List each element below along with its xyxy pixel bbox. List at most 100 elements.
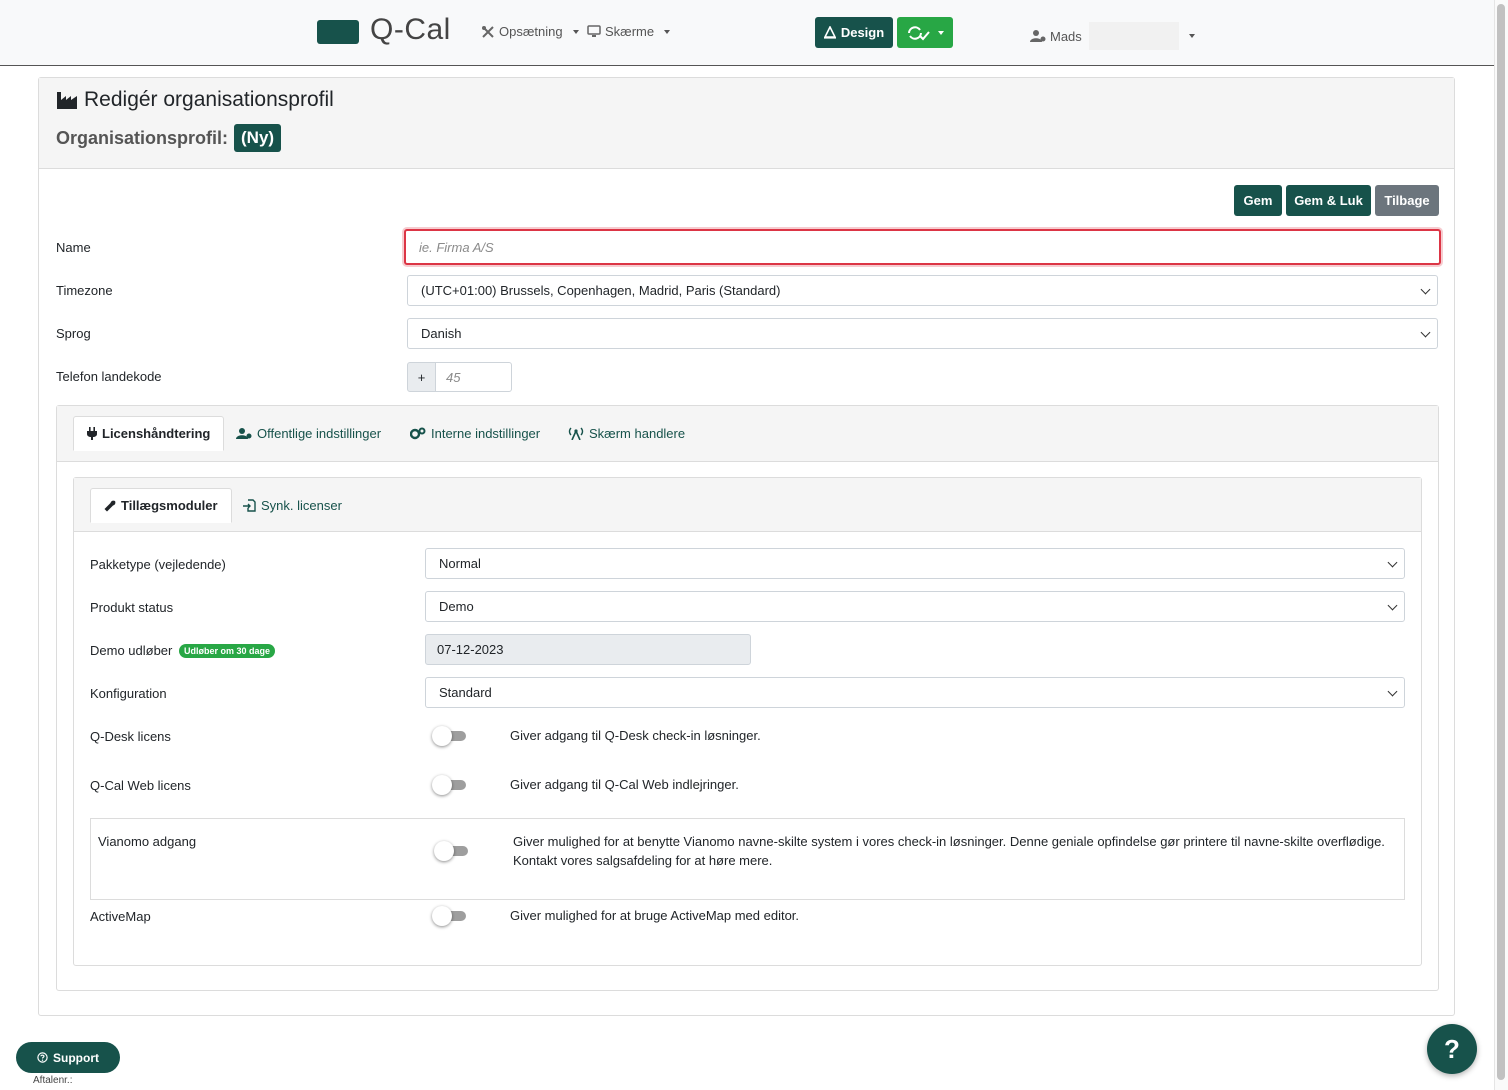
broadcast-tower-icon xyxy=(568,427,584,440)
tab-screen-handlers-label: Skærm handlere xyxy=(589,425,686,441)
toggle-knob xyxy=(434,841,454,861)
toggle-knob xyxy=(432,726,452,746)
chevron-down-icon xyxy=(1387,686,1398,697)
configuration-value: Standard xyxy=(439,685,492,700)
configuration-select[interactable]: Standard xyxy=(425,677,1405,708)
language-label: Sprog xyxy=(56,326,91,341)
chevron-down-icon xyxy=(1420,284,1431,295)
support-button[interactable]: Support xyxy=(16,1042,120,1073)
product-status-select[interactable]: Demo xyxy=(425,591,1405,622)
chevron-down-icon xyxy=(1420,327,1431,338)
name-label: Name xyxy=(56,240,91,255)
brand-logo[interactable] xyxy=(317,20,359,44)
vianomo-toggle[interactable] xyxy=(434,840,470,861)
sync-check-icon xyxy=(908,25,930,40)
product-status-label: Produkt status xyxy=(90,600,174,615)
demo-expiry-badge: Udløber om 30 dage xyxy=(179,644,276,658)
profile-label: Organisationsprofil: xyxy=(56,127,229,148)
nav-setup-label: Opsætning xyxy=(499,24,563,39)
tab-license-label: Licenshåndtering xyxy=(102,426,211,441)
subtab-addons-label: Tillægsmoduler xyxy=(121,498,218,513)
tab-public-settings[interactable]: Offentlige indstillinger xyxy=(223,416,394,450)
gears-icon xyxy=(410,427,426,439)
timezone-value: (UTC+01:00) Brussels, Copenhagen, Madrid… xyxy=(421,283,781,298)
scrollbar-thumb[interactable] xyxy=(1497,4,1505,1080)
save-close-button[interactable]: Gem & Luk xyxy=(1286,185,1371,216)
wrench-icon xyxy=(104,500,116,511)
top-navbar: Q-Cal Opsætning Skærme Design Mads xyxy=(0,0,1494,66)
package-type-select[interactable]: Normal xyxy=(425,548,1405,579)
user-gear-icon xyxy=(1030,30,1046,42)
sync-dropdown-button[interactable] xyxy=(897,17,953,48)
subtab-sync-label: Synk. licenser xyxy=(261,497,342,513)
chevron-down-icon xyxy=(938,30,944,35)
tools-icon xyxy=(482,25,494,38)
chevron-down-icon xyxy=(664,29,671,34)
vianomo-box: Vianomo adgang Giver mulighed for at ben… xyxy=(90,818,1405,900)
chevron-down-icon xyxy=(572,29,579,34)
toggle-knob xyxy=(432,906,452,926)
nav-setup-menu[interactable]: Opsætning xyxy=(481,24,579,39)
timezone-select[interactable]: (UTC+01:00) Brussels, Copenhagen, Madrid… xyxy=(407,275,1438,306)
package-type-value: Normal xyxy=(439,556,481,571)
tab-public-label: Offentlige indstillinger xyxy=(257,425,382,441)
phone-code-label: Telefon landekode xyxy=(56,369,162,384)
card-header: Redigér organisationsprofil Organisation… xyxy=(39,78,1454,169)
brand-name[interactable]: Q-Cal xyxy=(370,13,451,47)
edit-profile-card: Redigér organisationsprofil Organisation… xyxy=(38,77,1455,1016)
nav-screens-label: Skærme xyxy=(605,24,655,39)
agreement-number-label: Aftalenr.: xyxy=(33,1075,73,1086)
subtab-addons[interactable]: Tillægsmoduler xyxy=(90,488,232,523)
page-title-text: Redigér organisationsprofil xyxy=(84,88,334,111)
page-title: Redigér organisationsprofil xyxy=(56,88,334,112)
page-scrollbar[interactable] xyxy=(1494,0,1508,1090)
user-name-redacted xyxy=(1088,22,1179,50)
question-circle-icon xyxy=(37,1052,48,1063)
license-subpanel: Tillægsmoduler Synk. licenser Pakketype … xyxy=(73,477,1422,966)
user-gear-icon xyxy=(236,427,252,439)
chevron-down-icon xyxy=(1387,557,1398,568)
qdesk-license-description: Giver adgang til Q-Desk check-in løsning… xyxy=(510,728,761,743)
profile-line: Organisationsprofil: (Ny) xyxy=(56,124,282,152)
phone-code-input[interactable]: 45 xyxy=(435,362,512,392)
qdesk-license-toggle[interactable] xyxy=(432,725,468,746)
qcalweb-license-toggle[interactable] xyxy=(432,774,468,795)
qcalweb-license-description: Giver adgang til Q-Cal Web indlejringer. xyxy=(510,777,739,792)
toggle-knob xyxy=(432,775,452,795)
design-button-label: Design xyxy=(840,25,885,40)
settings-tabs-panel: Licenshåndtering Offentlige indstillinge… xyxy=(56,405,1439,991)
package-type-label: Pakketype (vejledende) xyxy=(90,557,226,572)
vianomo-label: Vianomo adgang xyxy=(98,834,197,849)
design-button[interactable]: Design xyxy=(815,17,893,48)
activemap-toggle[interactable] xyxy=(432,905,468,926)
user-menu[interactable]: Mads xyxy=(1030,22,1195,50)
chevron-down-icon xyxy=(1387,600,1398,611)
user-name: Mads xyxy=(1050,28,1082,44)
activemap-description: Giver mulighed for at bruge ActiveMap me… xyxy=(510,908,800,923)
save-button[interactable]: Gem xyxy=(1234,185,1282,216)
language-value: Danish xyxy=(421,326,462,341)
new-badge: (Ny) xyxy=(234,124,282,152)
industry-icon xyxy=(57,92,77,109)
design-icon xyxy=(823,26,836,39)
product-status-value: Demo xyxy=(439,599,474,614)
back-button[interactable]: Tilbage xyxy=(1375,185,1439,216)
tab-internal-settings[interactable]: Interne indstillinger xyxy=(397,416,553,450)
demo-expiry-label: Demo udløber Udløber om 30 dage xyxy=(90,643,276,658)
vianomo-description: Giver mulighed for at benytte Vianomo na… xyxy=(513,834,1385,868)
qcalweb-license-label: Q-Cal Web licens xyxy=(90,778,191,793)
phone-prefix: + xyxy=(407,362,436,392)
demo-expiry-text: Demo udløber xyxy=(90,643,173,658)
name-input[interactable]: ie. Firma A/S xyxy=(404,229,1441,265)
tab-screen-handlers[interactable]: Skærm handlere xyxy=(555,416,698,450)
nav-screens-menu[interactable]: Skærme xyxy=(587,24,671,39)
help-button[interactable]: ? xyxy=(1427,1024,1477,1074)
language-select[interactable]: Danish xyxy=(407,318,1438,349)
tab-license[interactable]: Licenshåndtering xyxy=(73,416,225,451)
demo-expiry-date: 07-12-2023 xyxy=(425,634,751,665)
monitor-icon xyxy=(587,25,601,37)
subtab-sync-licenses[interactable]: Synk. licenser xyxy=(230,488,355,522)
tab-internal-label: Interne indstillinger xyxy=(431,425,541,441)
settings-tabs-header: Licenshåndtering Offentlige indstillinge… xyxy=(57,406,1438,462)
license-subtabs-header: Tillægsmoduler Synk. licenser xyxy=(74,478,1421,532)
